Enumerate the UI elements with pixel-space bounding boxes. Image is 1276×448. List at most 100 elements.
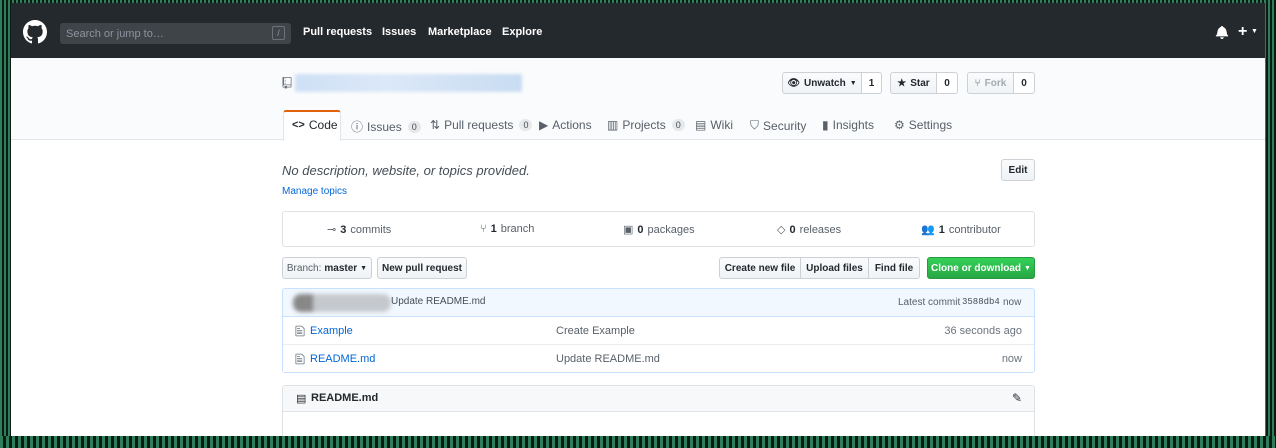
latest-commit-prefix: Latest commit — [898, 297, 961, 308]
tab-wiki-label: Wiki — [710, 118, 734, 132]
tab-issues-label: Issues — [367, 119, 402, 134]
github-logo-icon[interactable] — [23, 20, 47, 44]
contributors-stat[interactable]: 👥 1 contributor — [921, 223, 1001, 237]
clone-or-download-button[interactable]: Clone or download ▼ — [927, 257, 1035, 279]
tag-icon: ◇ — [777, 224, 786, 236]
branch-stat[interactable]: ⑂ 1 branch — [480, 223, 534, 235]
file-icon — [295, 325, 305, 337]
search-placeholder: Search or jump to… — [66, 27, 164, 40]
nav-marketplace[interactable]: Marketplace — [428, 26, 492, 38]
latest-commit-sha[interactable]: 3588db4 — [962, 297, 1000, 307]
nav-pull-requests[interactable]: Pull requests — [303, 26, 372, 38]
package-icon: ▣ — [623, 224, 634, 236]
star-button[interactable]: ★ Star — [890, 72, 937, 94]
tab-code-label: Code — [308, 118, 338, 132]
nav-issues[interactable]: Issues — [382, 26, 416, 38]
tab-code[interactable]: <> Code — [292, 118, 338, 132]
tab-insights-label: Insights — [832, 118, 874, 132]
projects-count-badge: 0 — [671, 119, 685, 131]
upload-files-button[interactable]: Upload files — [800, 257, 869, 279]
tab-security[interactable]: ⛉ Security — [750, 118, 806, 133]
graph-icon: ▮ — [822, 118, 829, 132]
pull-requests-count-badge: 0 — [519, 119, 533, 131]
watch-count[interactable]: 1 — [862, 72, 882, 94]
clone-label: Clone or download — [931, 262, 1022, 274]
tab-pull-requests[interactable]: ⇅ Pull requests 0 — [430, 118, 533, 132]
contributor-count: 1 — [938, 223, 945, 236]
fork-label: Fork — [984, 77, 1007, 89]
create-new-caret-icon[interactable]: ▼ — [1251, 28, 1258, 35]
bottom-border-strip — [0, 436, 1276, 448]
shield-icon: ⛉ — [750, 118, 760, 132]
issue-opened-icon: ⓘ — [351, 120, 364, 134]
tab-insights[interactable]: ▮ Insights — [822, 118, 874, 132]
latest-commit-time: now — [1003, 297, 1022, 308]
people-icon: 👥 — [921, 224, 935, 236]
tab-issues[interactable]: ⓘ Issues 0 — [351, 118, 421, 135]
file-row: README.md Update README.md now — [283, 345, 1034, 372]
tab-settings[interactable]: ⚙ Settings — [894, 118, 952, 132]
new-pull-request-button[interactable]: New pull request — [377, 257, 467, 279]
branch-label: branch — [500, 223, 535, 235]
branch-name: master — [324, 262, 358, 274]
star-label: Star — [910, 77, 930, 89]
branch-count: 1 — [490, 223, 497, 235]
file-icon — [295, 353, 305, 365]
packages-stat[interactable]: ▣ 0 packages — [623, 223, 695, 237]
file-list: Update README.md Latest commit 3588db4 n… — [282, 288, 1035, 373]
repo-name-redacted[interactable] — [295, 74, 522, 92]
file-name-link[interactable]: README.md — [310, 353, 375, 365]
file-age: 36 seconds ago — [944, 325, 1022, 337]
search-input[interactable]: Search or jump to… / — [60, 23, 291, 44]
latest-commit-message[interactable]: Update README.md — [391, 296, 485, 307]
readme-title: README.md — [311, 392, 379, 404]
avatar[interactable] — [293, 294, 391, 312]
file-commit-message[interactable]: Update README.md — [556, 353, 660, 365]
notifications-bell-icon[interactable] — [1215, 25, 1229, 39]
eye-icon: 👁 — [787, 77, 801, 89]
file-commit-message[interactable]: Create Example — [556, 325, 635, 337]
readme-panel: ▤ README.md ✎ — [282, 385, 1035, 436]
file-name-link[interactable]: Example — [310, 325, 353, 337]
commits-label: commits — [350, 223, 392, 236]
create-new-plus-icon[interactable]: + — [1238, 23, 1247, 41]
star-icon: ★ — [897, 77, 907, 89]
fork-button[interactable]: ⑂ Fork — [967, 72, 1014, 94]
repo-description: No description, website, or topics provi… — [282, 163, 530, 178]
create-new-file-button[interactable]: Create new file — [719, 257, 801, 279]
tab-wiki[interactable]: ▤ Wiki — [695, 118, 733, 132]
fork-icon: ⑂ — [974, 77, 981, 89]
global-header: Search or jump to… / Pull requests Issue… — [11, 3, 1265, 58]
unwatch-button[interactable]: 👁 Unwatch ▼ — [782, 72, 862, 94]
fork-count[interactable]: 0 — [1014, 72, 1035, 94]
tab-security-label: Security — [763, 118, 807, 133]
manage-topics-link[interactable]: Manage topics — [282, 186, 347, 197]
commits-stat[interactable]: ⊸ 3 commits — [327, 223, 392, 237]
book-icon: ▤ — [296, 393, 307, 405]
repo-stats-bar: ⊸ 3 commits ⑂ 1 branch ▣ 0 packages ◇ 0 … — [282, 211, 1035, 247]
find-file-button[interactable]: Find file — [868, 257, 920, 279]
pencil-icon[interactable]: ✎ — [1012, 391, 1022, 405]
edit-description-button[interactable]: Edit — [1001, 159, 1035, 181]
nav-explore[interactable]: Explore — [502, 26, 542, 38]
chevron-down-icon: ▼ — [849, 79, 857, 87]
releases-count: 0 — [789, 223, 796, 236]
issues-count-badge: 0 — [407, 120, 421, 133]
tab-projects[interactable]: ▥ Projects 0 — [607, 118, 685, 132]
browser-viewport: Search or jump to… / Pull requests Issue… — [11, 3, 1265, 436]
book-icon: ▤ — [695, 118, 707, 132]
play-icon: ▶ — [539, 118, 549, 132]
latest-commit-bar: Update README.md Latest commit 3588db4 n… — [283, 289, 1034, 317]
commits-count: 3 — [340, 223, 347, 236]
star-count[interactable]: 0 — [937, 72, 958, 94]
repo-icon — [282, 77, 292, 89]
packages-count: 0 — [637, 223, 644, 236]
project-icon: ▥ — [607, 118, 619, 132]
tab-projects-label: Projects — [622, 118, 666, 132]
packages-label: packages — [647, 223, 695, 236]
tab-actions[interactable]: ▶ Actions — [539, 118, 592, 132]
releases-stat[interactable]: ◇ 0 releases — [777, 223, 842, 237]
branch-icon: ⑂ — [480, 223, 487, 235]
branch-select-button[interactable]: Branch: master ▼ — [282, 257, 372, 279]
releases-label: releases — [799, 223, 842, 236]
